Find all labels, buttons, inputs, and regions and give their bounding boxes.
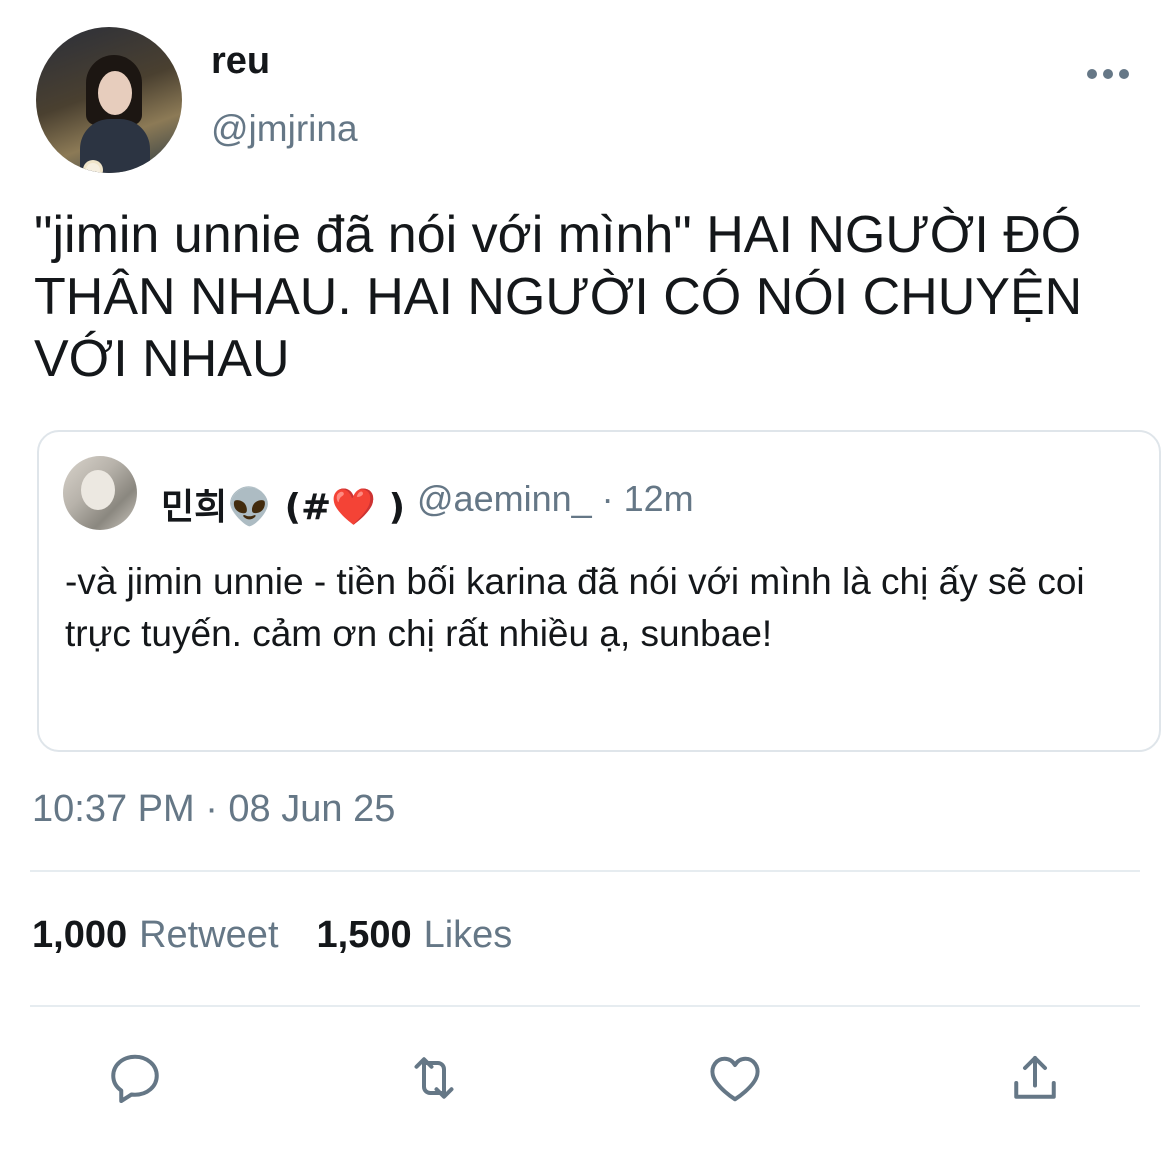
reply-button[interactable] — [103, 1046, 167, 1110]
likes-label: Likes — [423, 914, 513, 956]
share-button[interactable] — [1003, 1046, 1067, 1110]
retweet-icon — [414, 1057, 454, 1099]
quoted-author-name: 민희👽 (#❤️ ) — [161, 487, 406, 528]
tweet-timestamp: 10:37 PM · 08 Jun 25 — [32, 788, 396, 830]
quoted-tweet[interactable]: 민희👽 (#❤️ ) @aeminn_ · 12m -và jimin unni… — [37, 430, 1161, 752]
quoted-tweet-text: -và jimin unnie - tiền bối karina đã nói… — [65, 561, 1085, 654]
quoted-author-meta: @aeminn_ · 12m — [417, 478, 694, 519]
tweet-stats: 1,000 Retweet 1,500 Likes — [32, 914, 512, 957]
likes-count: 1,500 — [316, 914, 412, 956]
author-handle[interactable]: @jmjrina — [211, 108, 358, 150]
avatar-shape — [81, 470, 115, 510]
tweet-text: "jimin unnie đã nói với mình" HAI NGƯỜI … — [34, 206, 1097, 388]
quoted-author-avatar — [63, 456, 137, 530]
divider — [30, 1005, 1140, 1007]
share-icon — [1014, 1056, 1056, 1099]
retweets-count: 1,000 — [32, 914, 128, 956]
reply-icon — [111, 1054, 159, 1103]
divider — [30, 870, 1140, 872]
avatar-face — [98, 71, 132, 115]
retweet-button[interactable] — [402, 1046, 466, 1110]
retweets-stat[interactable]: 1,000 Retweet — [32, 914, 279, 956]
retweets-label: Retweet — [139, 914, 279, 956]
like-button[interactable] — [703, 1046, 767, 1110]
avatar-flower — [86, 163, 100, 173]
more-horizontal-icon[interactable] — [1086, 62, 1130, 86]
heart-icon — [710, 1056, 760, 1102]
likes-stat[interactable]: 1,500 Likes — [317, 914, 513, 956]
author-avatar[interactable] — [36, 27, 182, 173]
author-display-name[interactable]: reu — [211, 40, 270, 83]
tweet-detail: reu @jmjrina "jimin unnie đã nói với mìn… — [0, 0, 1170, 1170]
